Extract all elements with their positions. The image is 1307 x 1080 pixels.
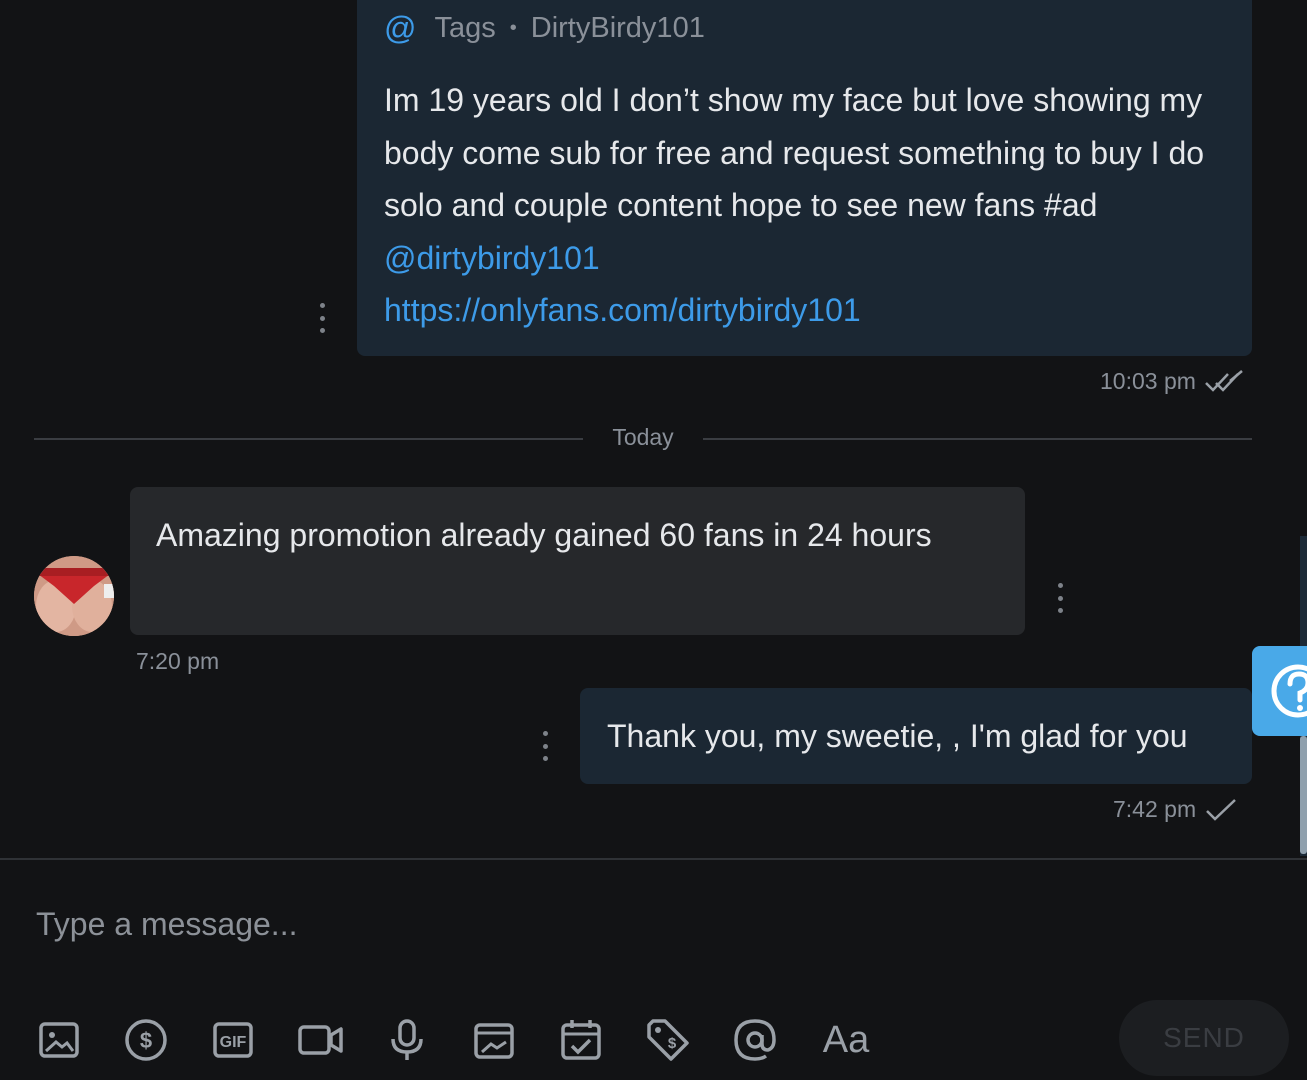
time-label: 10:03 pm [1100,368,1196,394]
gif-icon[interactable]: GIF [208,1012,258,1068]
mention-link[interactable]: @dirtybirdy101 [384,240,600,276]
message-time: 7:42 pm [1113,796,1238,823]
calendar-icon[interactable] [556,1012,606,1068]
time-label: 7:42 pm [1113,796,1197,822]
outgoing-message-text: Im 19 years old I don’t show my face but… [384,74,1234,337]
dollar-icon[interactable]: $ [121,1012,171,1068]
message-body: Im 19 years old I don’t show my face but… [384,82,1205,223]
chat-window: @ Tags • DirtyBirdy101 Im 19 years old I… [0,0,1307,1080]
svg-text:$: $ [140,1028,152,1053]
scrollbar-thumb[interactable] [1300,736,1307,854]
at-icon: @ [384,9,417,46]
message-options-icon[interactable] [1054,583,1066,613]
video-icon[interactable] [295,1012,345,1068]
tags-label: Tags [434,11,496,44]
date-divider: Today [612,424,674,450]
message-options-icon[interactable] [316,303,328,333]
outgoing-message-text: Thank you, my sweetie, , I'm glad for yo… [607,718,1188,754]
help-button[interactable] [1252,646,1307,736]
message-time: 10:03 pm [1100,368,1244,395]
at-icon[interactable] [730,1012,780,1068]
composer-separator [0,858,1307,860]
tagged-username[interactable]: DirtyBirdy101 [531,12,705,45]
message-options-icon[interactable] [539,731,551,761]
help-icon [1271,664,1307,718]
media-vault-icon[interactable] [469,1012,519,1068]
check-icon [1206,798,1236,821]
tags-separator: • [509,16,517,39]
message-input[interactable] [34,898,1238,950]
profile-link[interactable]: https://onlyfans.com/dirtybirdy101 [384,284,1234,337]
send-button[interactable]: SEND [1119,1000,1289,1076]
incoming-message-text: Amazing promotion already gained 60 fans… [156,517,932,553]
text-format-button[interactable]: Aa [816,1012,876,1068]
avatar[interactable] [34,556,114,636]
divider-line-right [703,438,1252,440]
microphone-icon[interactable] [382,1012,432,1068]
image-icon[interactable] [34,1012,84,1068]
message-time: 7:20 pm [136,648,219,675]
svg-text:GIF: GIF [220,1034,247,1051]
time-label: 7:20 pm [136,648,220,674]
double-check-icon [1205,369,1243,392]
svg-text:$: $ [668,1035,677,1052]
price-tag-icon[interactable]: $ [643,1012,693,1068]
tags-row: @ Tags • DirtyBirdy101 [384,10,705,46]
divider-line-left [34,438,583,440]
